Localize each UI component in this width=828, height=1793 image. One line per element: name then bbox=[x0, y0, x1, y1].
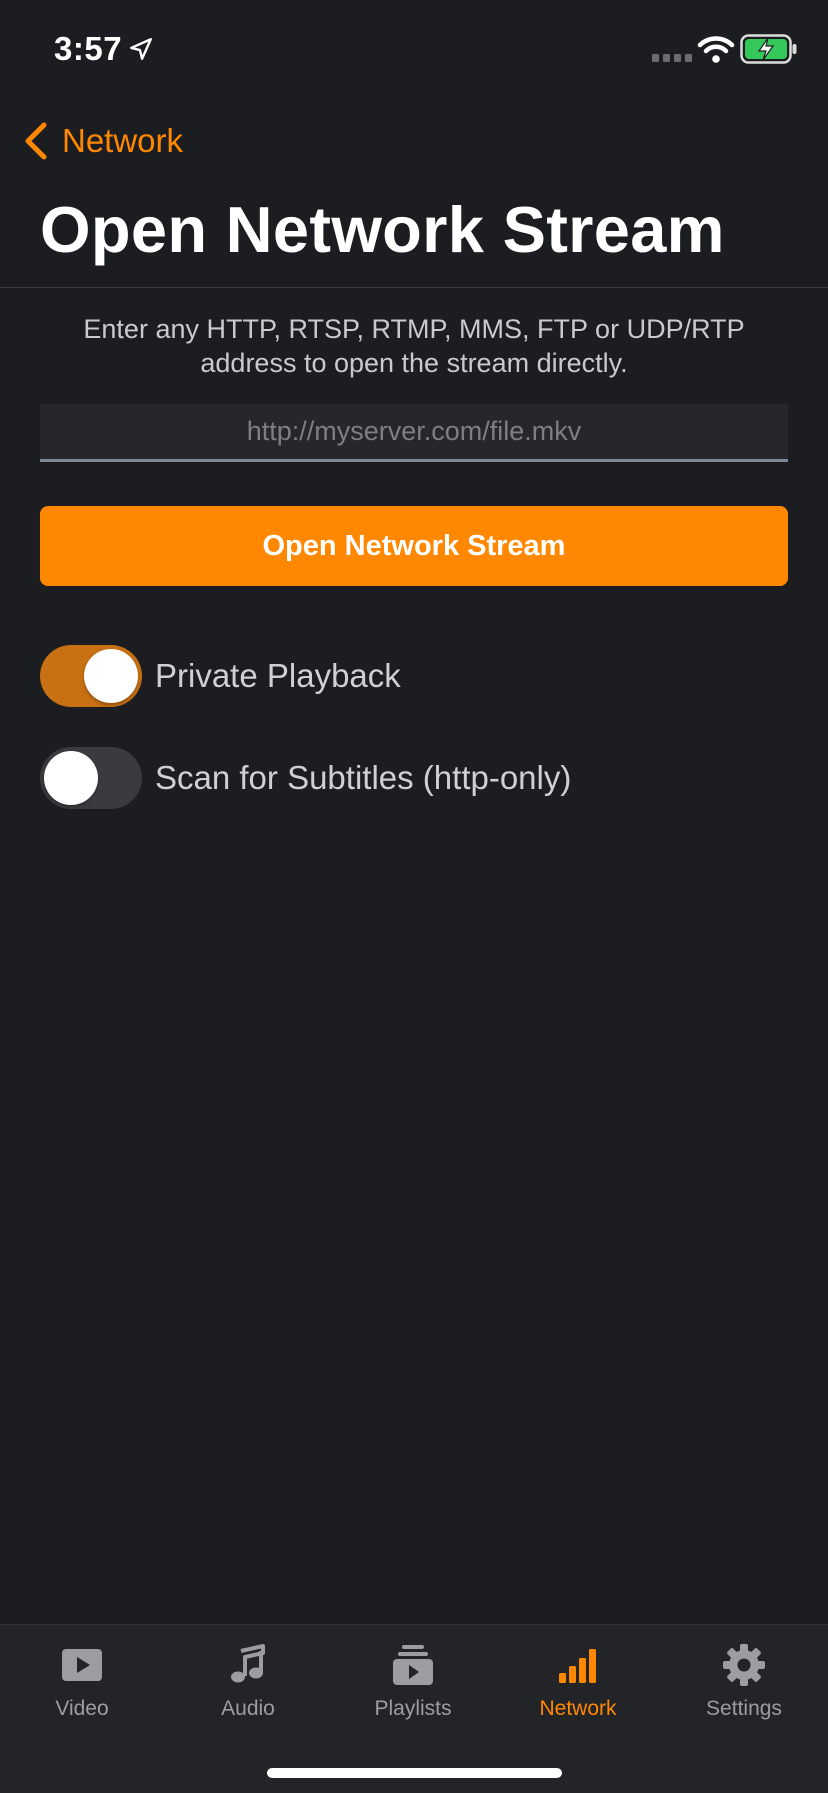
tab-video[interactable]: Video bbox=[12, 1643, 152, 1743]
stream-description: Enter any HTTP, RTSP, RTMP, MMS, FTP or … bbox=[83, 314, 745, 378]
open-network-stream-button[interactable]: Open Network Stream bbox=[40, 506, 788, 586]
playlist-icon bbox=[393, 1645, 433, 1685]
tab-playlists[interactable]: Playlists bbox=[343, 1643, 483, 1743]
cellular-signal-icon bbox=[652, 54, 692, 62]
wifi-icon bbox=[697, 36, 735, 63]
gear-icon bbox=[723, 1644, 765, 1686]
title-divider bbox=[0, 287, 828, 288]
page-title: Open Network Stream bbox=[40, 193, 725, 266]
tab-playlists-label: Playlists bbox=[374, 1697, 452, 1720]
home-indicator[interactable] bbox=[267, 1768, 562, 1778]
chevron-left-icon bbox=[25, 122, 47, 160]
private-playback-row: Private Playback bbox=[40, 645, 401, 707]
network-bars-icon bbox=[559, 1649, 596, 1683]
status-time: 3:57 bbox=[54, 30, 123, 67]
status-bar: 3:57 bbox=[0, 0, 828, 100]
location-arrow-icon bbox=[130, 38, 152, 60]
video-icon bbox=[62, 1649, 102, 1681]
tab-settings-label: Settings bbox=[706, 1697, 782, 1720]
music-note-icon bbox=[231, 1644, 265, 1683]
private-playback-toggle[interactable] bbox=[40, 645, 142, 707]
back-button-label: Network bbox=[62, 122, 184, 159]
tab-audio[interactable]: Audio bbox=[178, 1643, 318, 1743]
tab-video-label: Video bbox=[55, 1697, 109, 1720]
tab-audio-label: Audio bbox=[221, 1697, 275, 1720]
scan-subtitles-label: Scan for Subtitles (http-only) bbox=[155, 759, 572, 796]
stream-url-input[interactable] bbox=[40, 404, 788, 462]
tab-network[interactable]: Network bbox=[508, 1643, 648, 1743]
scan-subtitles-toggle[interactable] bbox=[40, 747, 142, 809]
back-button[interactable]: Network bbox=[22, 118, 183, 164]
toggle-knob bbox=[44, 751, 98, 805]
battery-charging-icon bbox=[740, 34, 797, 64]
tab-network-label: Network bbox=[539, 1697, 617, 1720]
private-playback-label: Private Playback bbox=[155, 657, 401, 694]
toggle-knob bbox=[84, 649, 138, 703]
scan-subtitles-row: Scan for Subtitles (http-only) bbox=[40, 747, 571, 809]
tab-settings[interactable]: Settings bbox=[674, 1643, 814, 1743]
